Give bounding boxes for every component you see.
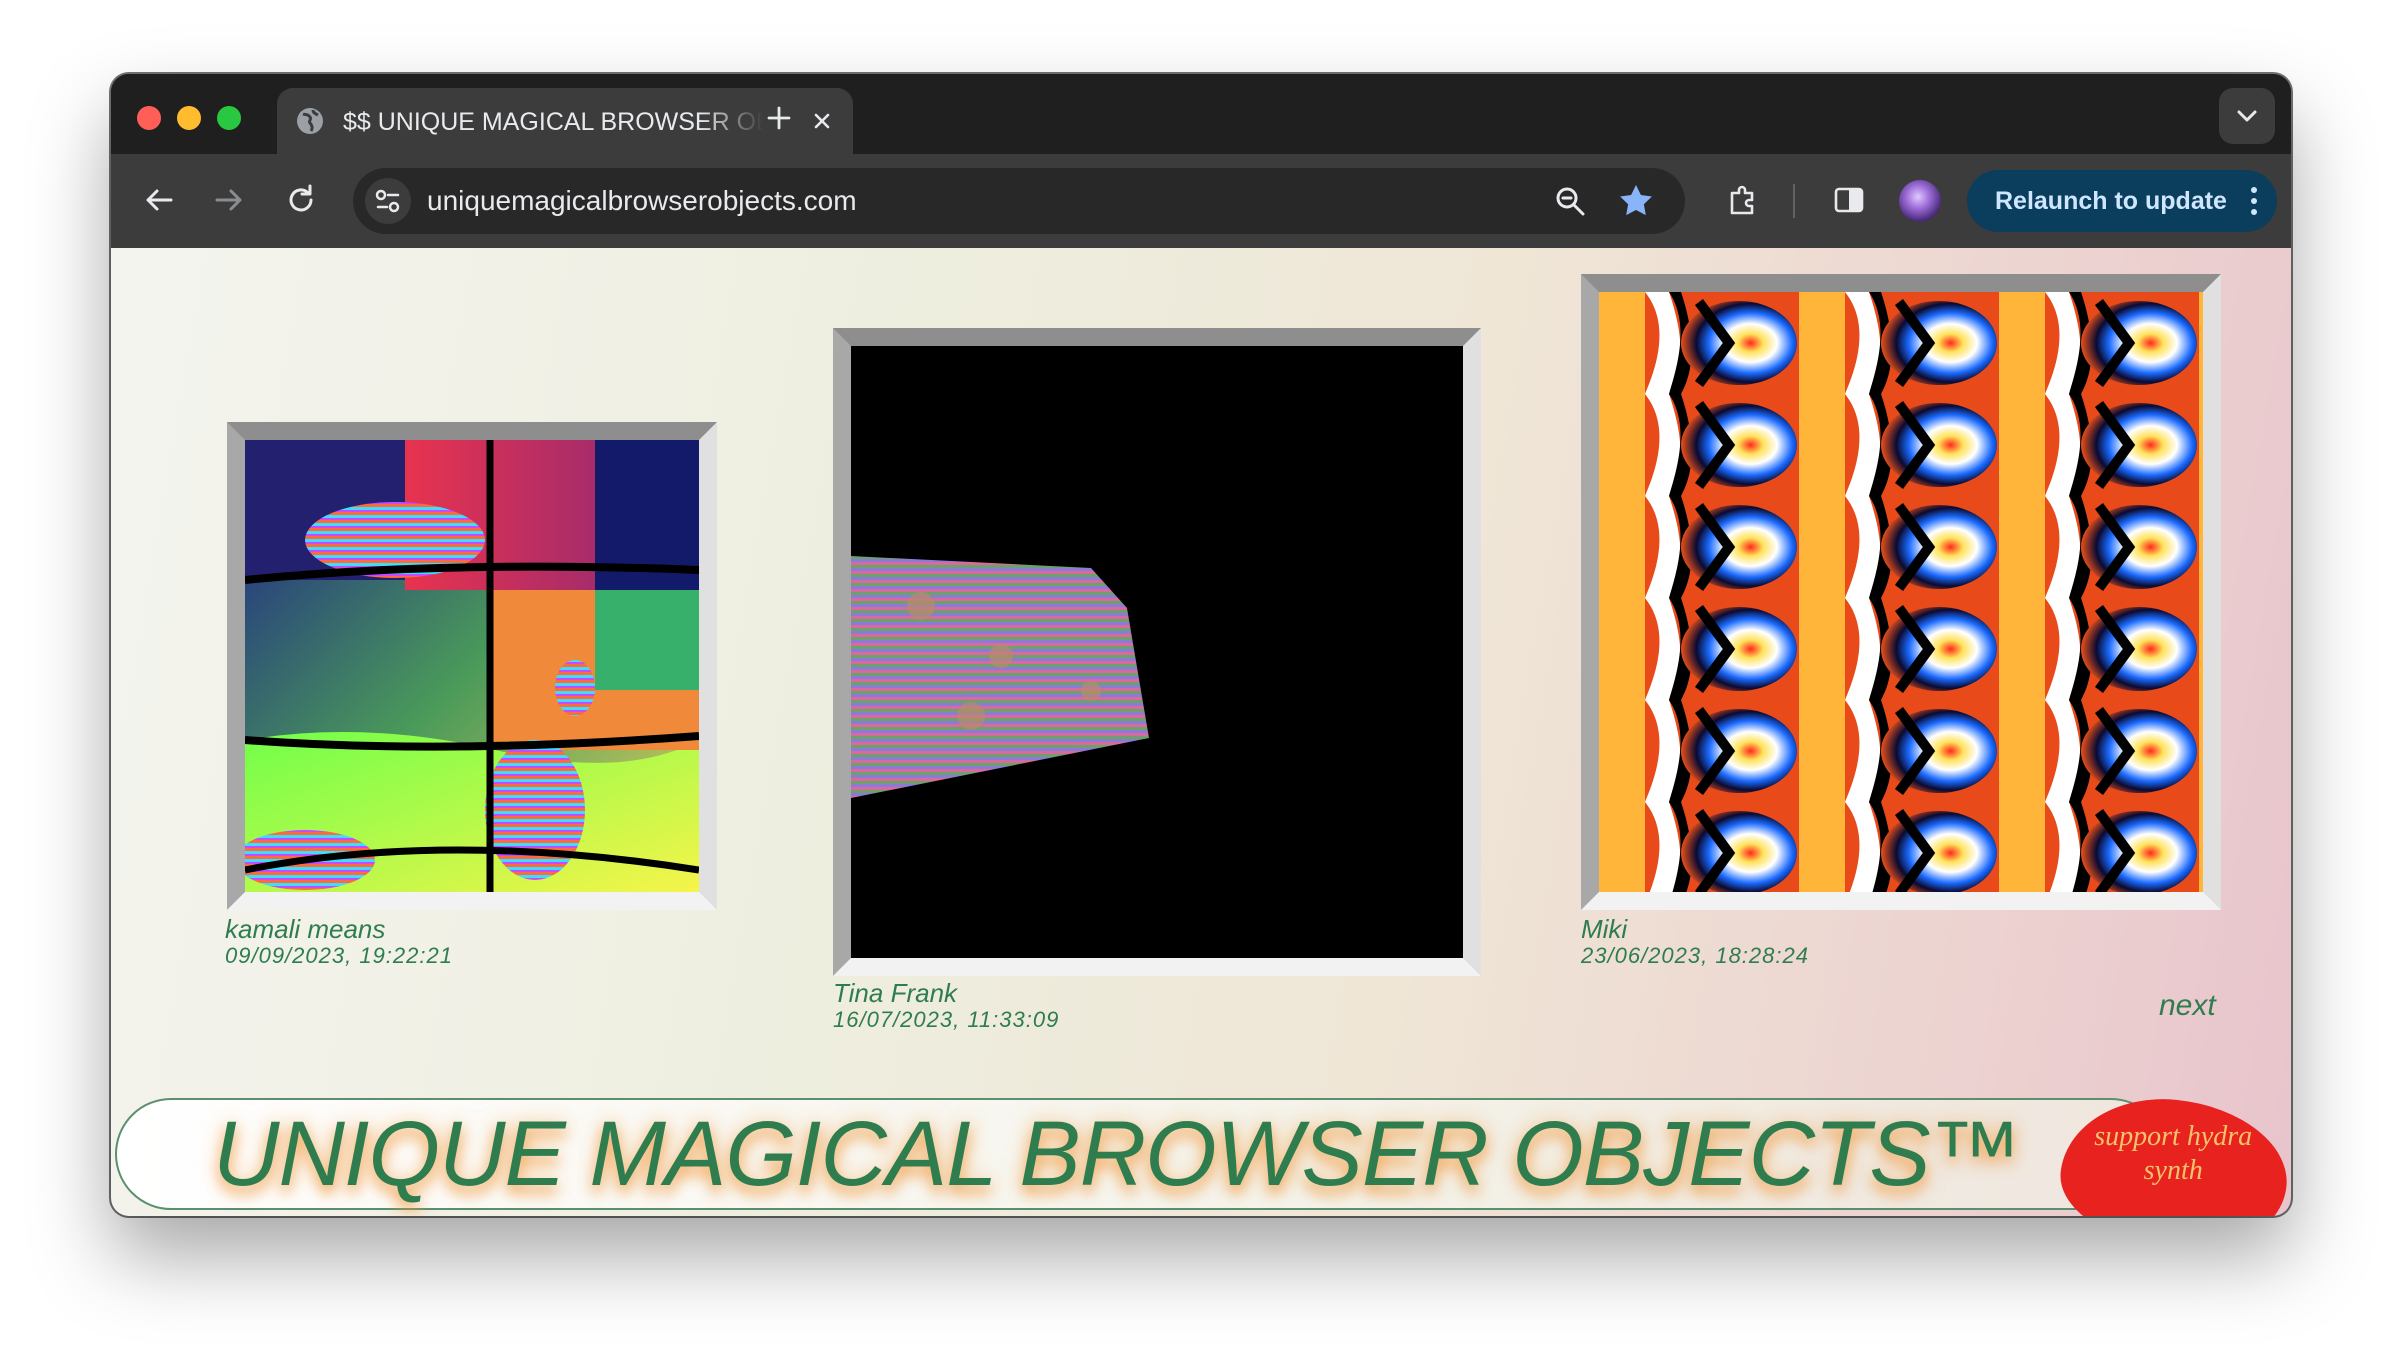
- globe-icon: [297, 108, 323, 134]
- artwork-caption: kamali means 09/09/2023, 19:22:21: [225, 914, 453, 968]
- extensions-icon[interactable]: [1723, 180, 1763, 220]
- site-title: UNIQUE MAGICAL BROWSER OBJECTS™: [213, 1103, 2022, 1205]
- page-viewport: kamali means 09/09/2023, 19:22:21 Tina F…: [111, 248, 2291, 1216]
- side-panel-icon[interactable]: [1829, 180, 1869, 220]
- artwork-date: 09/09/2023, 19:22:21: [225, 943, 453, 968]
- support-label: support hydra synth: [2094, 1120, 2253, 1186]
- toolbar-divider: [1793, 184, 1795, 218]
- site-banner: UNIQUE MAGICAL BROWSER OBJECTS™: [115, 1098, 2167, 1210]
- close-window-button[interactable]: [137, 106, 161, 130]
- forward-icon[interactable]: [209, 180, 249, 220]
- url-text[interactable]: uniquemagicalbrowserobjects.com: [427, 184, 857, 218]
- relaunch-to-update-button[interactable]: Relaunch to update: [1967, 170, 2277, 232]
- artwork-frame[interactable]: [1581, 274, 2221, 910]
- tab-search-button[interactable]: [2219, 88, 2275, 144]
- relaunch-label: Relaunch to update: [1995, 187, 2227, 215]
- browser-toolbar: uniquemagicalbrowserobjects.com Relaunch…: [111, 154, 2291, 248]
- artwork-canvas[interactable]: [1599, 292, 2203, 892]
- tab-strip: $$ UNIQUE MAGICAL BROWSER OBJECTS: [111, 74, 2291, 154]
- reload-icon[interactable]: [281, 180, 321, 220]
- artwork-frame[interactable]: [227, 422, 717, 910]
- browser-window: $$ UNIQUE MAGICAL BROWSER OBJECTS: [111, 74, 2291, 1216]
- artwork-frame[interactable]: [833, 328, 1481, 976]
- back-icon[interactable]: [139, 180, 179, 220]
- tab-title: $$ UNIQUE MAGICAL BROWSER OBJECTS: [343, 108, 763, 136]
- bookmark-star-icon[interactable]: [1617, 182, 1655, 220]
- zoom-icon[interactable]: [1553, 184, 1587, 218]
- minimize-window-button[interactable]: [177, 106, 201, 130]
- chevron-down-icon: [2237, 110, 2257, 122]
- next-link[interactable]: next: [2159, 988, 2216, 1024]
- address-bar[interactable]: uniquemagicalbrowserobjects.com: [353, 168, 1685, 234]
- artwork-caption: Miki 23/06/2023, 18:28:24: [1581, 914, 1809, 968]
- artwork-caption: Tina Frank 16/07/2023, 11:33:09: [833, 978, 1059, 1032]
- artwork-author[interactable]: Miki: [1581, 914, 1809, 944]
- profile-avatar[interactable]: [1899, 180, 1941, 222]
- artwork-author[interactable]: kamali means: [225, 914, 453, 944]
- artwork-date: 23/06/2023, 18:28:24: [1581, 943, 1809, 968]
- site-info-icon[interactable]: [365, 178, 411, 224]
- artwork-canvas[interactable]: [851, 346, 1463, 958]
- maximize-window-button[interactable]: [217, 106, 241, 130]
- artwork-date: 16/07/2023, 11:33:09: [833, 1007, 1060, 1032]
- close-tab-icon[interactable]: [807, 106, 837, 136]
- artwork-author[interactable]: Tina Frank: [833, 978, 1059, 1008]
- more-menu-icon: [2251, 187, 2257, 215]
- artwork-canvas[interactable]: [245, 440, 699, 892]
- new-tab-icon[interactable]: [761, 100, 797, 136]
- tune-icon: [375, 189, 400, 213]
